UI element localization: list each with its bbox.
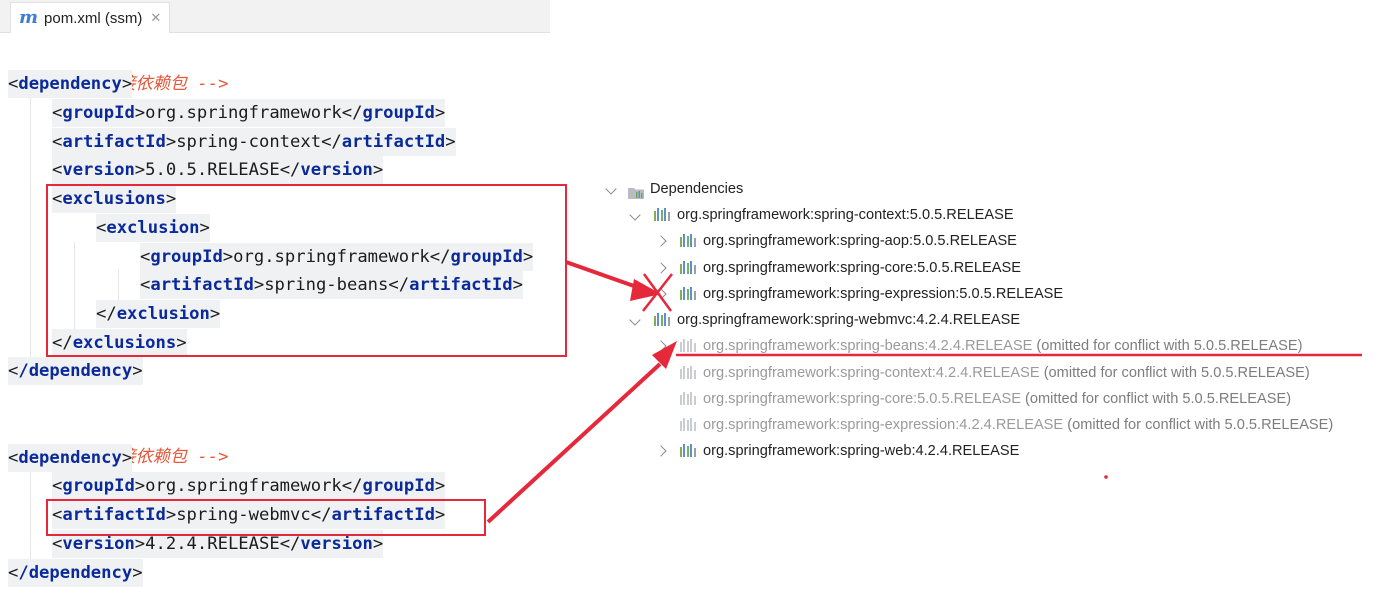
annotation-overlay — [486, 260, 1362, 524]
arrowhead-icon — [652, 341, 677, 369]
annotation-arrow — [486, 362, 662, 524]
annotation-dot — [1104, 475, 1108, 479]
